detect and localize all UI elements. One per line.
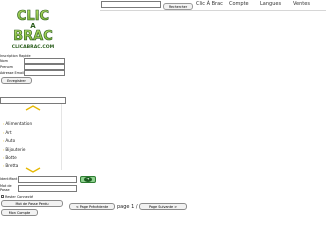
signup-email-input[interactable] — [24, 70, 65, 76]
prev-page-button[interactable]: < Page Précédente — [69, 203, 115, 210]
logo-line4: CLICABRAC.COM — [12, 44, 55, 50]
login-id-input[interactable] — [18, 176, 77, 183]
category-item[interactable]: ›Alimentation — [3, 121, 32, 126]
login-id-label: Identifiant — [0, 177, 18, 181]
nav-langues[interactable]: Langues — [260, 1, 281, 7]
forgot-password-button[interactable]: Mot de Passe Perdu — [1, 200, 63, 207]
nav-ventes[interactable]: Ventes — [293, 1, 310, 7]
remember-checkbox[interactable] — [1, 194, 4, 198]
nav-compte[interactable]: Compte — [229, 1, 249, 7]
scroll-down-icon[interactable] — [22, 167, 44, 173]
signup-prenom-label: Prenom — [0, 65, 13, 69]
next-page-button[interactable]: Page Suivante > — [139, 203, 187, 210]
signup-email-label: Adresse Email — [0, 71, 24, 75]
nav-clic-a-brac[interactable]: Clic À Brac — [196, 1, 223, 7]
arrow-right-icon: ➔ — [84, 177, 92, 182]
category-search-input[interactable] — [0, 97, 66, 104]
category-item[interactable]: ›Art — [3, 130, 12, 135]
my-account-button[interactable]: Mon Compte — [1, 209, 38, 216]
search-button[interactable]: Rechercher — [163, 3, 193, 10]
signup-nom-label: Nom — [0, 59, 8, 63]
logo-line3: BRAC — [13, 29, 53, 44]
category-list: ›Alimentation ›Art ›Auto ›Bijouterie ›Bo… — [0, 104, 62, 173]
signup-submit-button[interactable]: Enregistrer — [1, 77, 32, 84]
logo[interactable]: CLIC A BRAC CLICABRAC.COM — [0, 7, 66, 53]
remember-label: Rester Connecté — [5, 194, 34, 199]
nav-divider — [100, 10, 326, 11]
scroll-up-icon[interactable] — [22, 105, 44, 111]
top-search-input[interactable] — [101, 1, 161, 8]
login-password-input[interactable] — [18, 185, 77, 192]
login-password-label-2: Passe — [0, 188, 10, 192]
category-item[interactable]: ›Botte — [3, 155, 17, 160]
category-item[interactable]: ›Bijouterie — [3, 147, 26, 152]
category-item[interactable]: ›Auto — [3, 138, 15, 143]
category-item[interactable]: ›Bretta — [3, 163, 18, 168]
